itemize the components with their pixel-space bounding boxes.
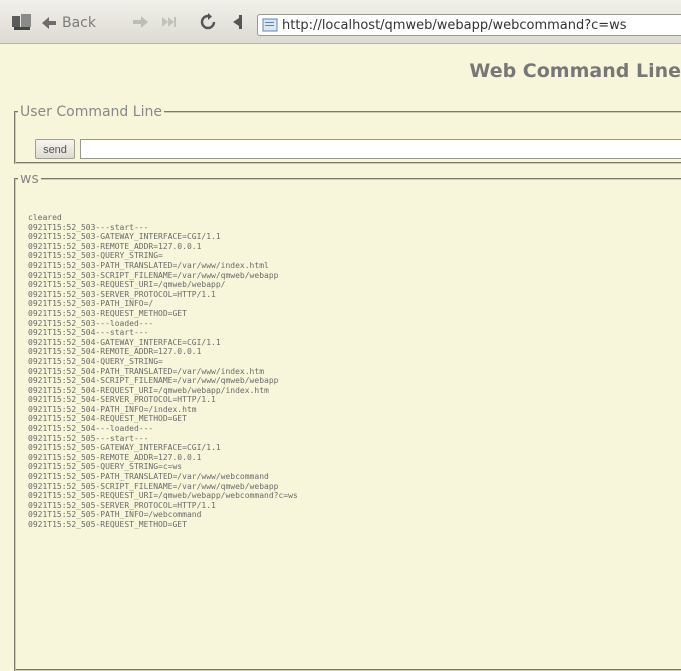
log-line: 0921T15:52_505-REQUEST_METHOD=GET (28, 520, 187, 529)
log-line: 0921T15:52_503-SCRIPT_FILENAME=/var/www/… (28, 270, 279, 280)
log-line: cleared (28, 213, 62, 222)
log-line: 0921T15:52_504---start--- (28, 328, 149, 338)
log-line: 0921T15:52_505-SERVER_PROTOCOL=HTTP/1.1 (28, 500, 216, 510)
program-icon[interactable] (10, 12, 34, 32)
reload-icon (200, 13, 216, 30)
log-line: 0921T15:52_503-PATH_TRANSLATED=/var/www/… (28, 260, 269, 270)
forward-arrow-icon (133, 16, 148, 28)
log-line: 0921T15:52_503-QUERY_STRING= (28, 251, 163, 261)
bookmark-button[interactable] (230, 13, 250, 31)
page-title: Web Command Line (469, 60, 681, 82)
command-input[interactable] (80, 139, 681, 159)
log-line: 0921T15:52_503-REQUEST_URI=/qmweb/webapp… (28, 280, 226, 290)
log-line: 0921T15:52_504-PATH_INFO=/index.htm (28, 404, 197, 414)
log-line: 0921T15:52_505-REQUEST_URI=/qmweb/webapp… (28, 491, 298, 501)
log-line: 0921T15:52_504-REQUEST_METHOD=GET (28, 414, 187, 424)
log-line: 0921T15:52_504-SCRIPT_FILENAME=/var/www/… (28, 376, 279, 386)
log-line: 0921T15:52_503---loaded--- (28, 318, 154, 328)
end-icon (162, 17, 176, 27)
log-line: 0921T15:52_504-REMOTE_ADDR=127.0.0.1 (28, 347, 202, 357)
log-line: 0921T15:52_503-PATH_INFO=/ (28, 299, 154, 309)
log-line: 0921T15:52_504---loaded--- (28, 424, 154, 434)
reload-button[interactable] (199, 13, 217, 31)
command-legend: User Command Line (20, 104, 162, 120)
log-line: 0921T15:52_505-REMOTE_ADDR=127.0.0.1 (28, 452, 202, 462)
log-line: 0921T15:52_505-PATH_INFO=/webcommand (28, 510, 202, 520)
log-output: cleared 0921T15:52_503---start--- 0921T15:… (28, 213, 298, 530)
log-line: 0921T15:52_504-PATH_TRANSLATED=/var/www/… (28, 366, 265, 376)
page-icon (262, 18, 278, 32)
end-button[interactable] (160, 14, 178, 30)
log-line: 0921T15:52_505-QUERY_STRING=c=ws (28, 462, 183, 472)
bookmark-icon (233, 15, 242, 29)
log-line: 0921T15:52_505-GATEWAY_INTERFACE=CGI/1.1 (28, 443, 221, 453)
log-legend: ws (20, 171, 39, 187)
log-line: 0921T15:52_503-REMOTE_ADDR=127.0.0.1 (28, 241, 202, 251)
address-bar[interactable]: http://localhost/qmweb/webapp/webcommand… (257, 14, 681, 36)
log-line: 0921T15:52_504-QUERY_STRING= (28, 356, 163, 366)
log-line: 0921T15:52_503---start--- (28, 222, 149, 232)
log-line: 0921T15:52_505---start--- (28, 433, 149, 443)
forward-button[interactable] (130, 14, 150, 30)
back-arrow-icon (40, 15, 58, 31)
send-button[interactable]: send (35, 139, 75, 159)
url-text: http://localhost/qmweb/webapp/webcommand… (282, 17, 627, 33)
browser-toolbar: Back http://localhost/qmweb/webapp/webco… (0, 0, 681, 44)
back-label: Back (62, 15, 96, 31)
log-line: 0921T15:52_503-REQUEST_METHOD=GET (28, 308, 187, 318)
log-line: 0921T15:52_503-GATEWAY_INTERFACE=CGI/1.1 (28, 232, 221, 242)
command-fieldset: User Command Line send (14, 104, 681, 164)
log-line: 0921T15:52_504-GATEWAY_INTERFACE=CGI/1.1 (28, 337, 221, 347)
log-line: 0921T15:52_505-PATH_TRANSLATED=/var/www/… (28, 472, 269, 482)
log-fieldset: ws cleared 0921T15:52_503---start--- 0921T… (14, 171, 681, 671)
log-line: 0921T15:52_504-SERVER_PROTOCOL=HTTP/1.1 (28, 395, 216, 405)
back-button[interactable]: Back (40, 13, 96, 33)
log-line: 0921T15:52_505-SCRIPT_FILENAME=/var/www/… (28, 481, 279, 491)
log-line: 0921T15:52_504-REQUEST_URI=/qmweb/webapp… (28, 385, 269, 395)
log-line: 0921T15:52_503-SERVER_PROTOCOL=HTTP/1.1 (28, 289, 216, 299)
